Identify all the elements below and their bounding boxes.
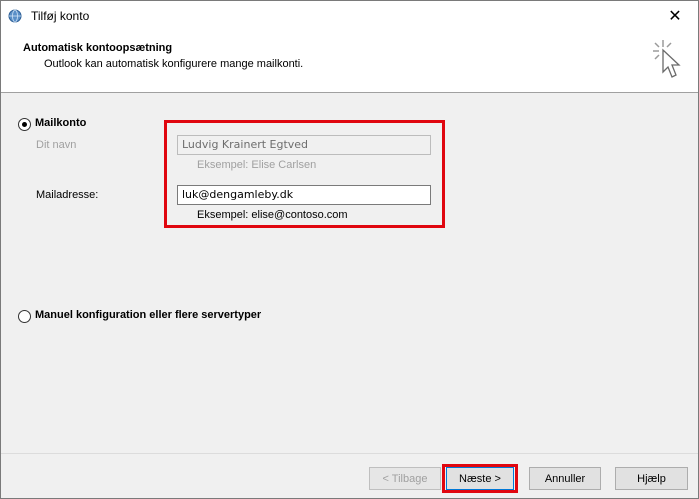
your-name-label: Dit navn: [36, 139, 77, 151]
cancel-button[interactable]: Annuller: [529, 467, 601, 490]
highlight-box-fields: [164, 120, 445, 228]
add-account-dialog: Tilføj konto ✕ Automatisk kontoopsætning…: [0, 0, 699, 499]
page-title: Automatisk kontoopsætning: [23, 42, 173, 54]
close-button[interactable]: ✕: [652, 1, 698, 31]
manual-config-label[interactable]: Manuel konfiguration eller flere servert…: [35, 309, 261, 321]
close-icon: ✕: [668, 8, 682, 25]
click-sparkle-icon: [653, 40, 681, 78]
mail-account-radio[interactable]: [18, 118, 31, 131]
highlight-box-next: [442, 464, 518, 493]
manual-config-radio[interactable]: [18, 310, 31, 323]
help-button[interactable]: Hjælp: [615, 467, 688, 490]
page-subtitle: Outlook kan automatisk konfigurere mange…: [44, 58, 304, 70]
title-bar: Tilføj konto ✕: [1, 1, 698, 31]
outlook-app-icon: [8, 9, 22, 23]
back-button[interactable]: < Tilbage: [369, 467, 441, 490]
wizard-header: Automatisk kontoopsætning Outlook kan au…: [1, 31, 698, 93]
window-title: Tilføj konto: [31, 9, 90, 23]
email-label: Mailadresse:: [36, 189, 99, 201]
footer-divider: [1, 453, 698, 454]
mail-account-label[interactable]: Mailkonto: [35, 117, 86, 129]
